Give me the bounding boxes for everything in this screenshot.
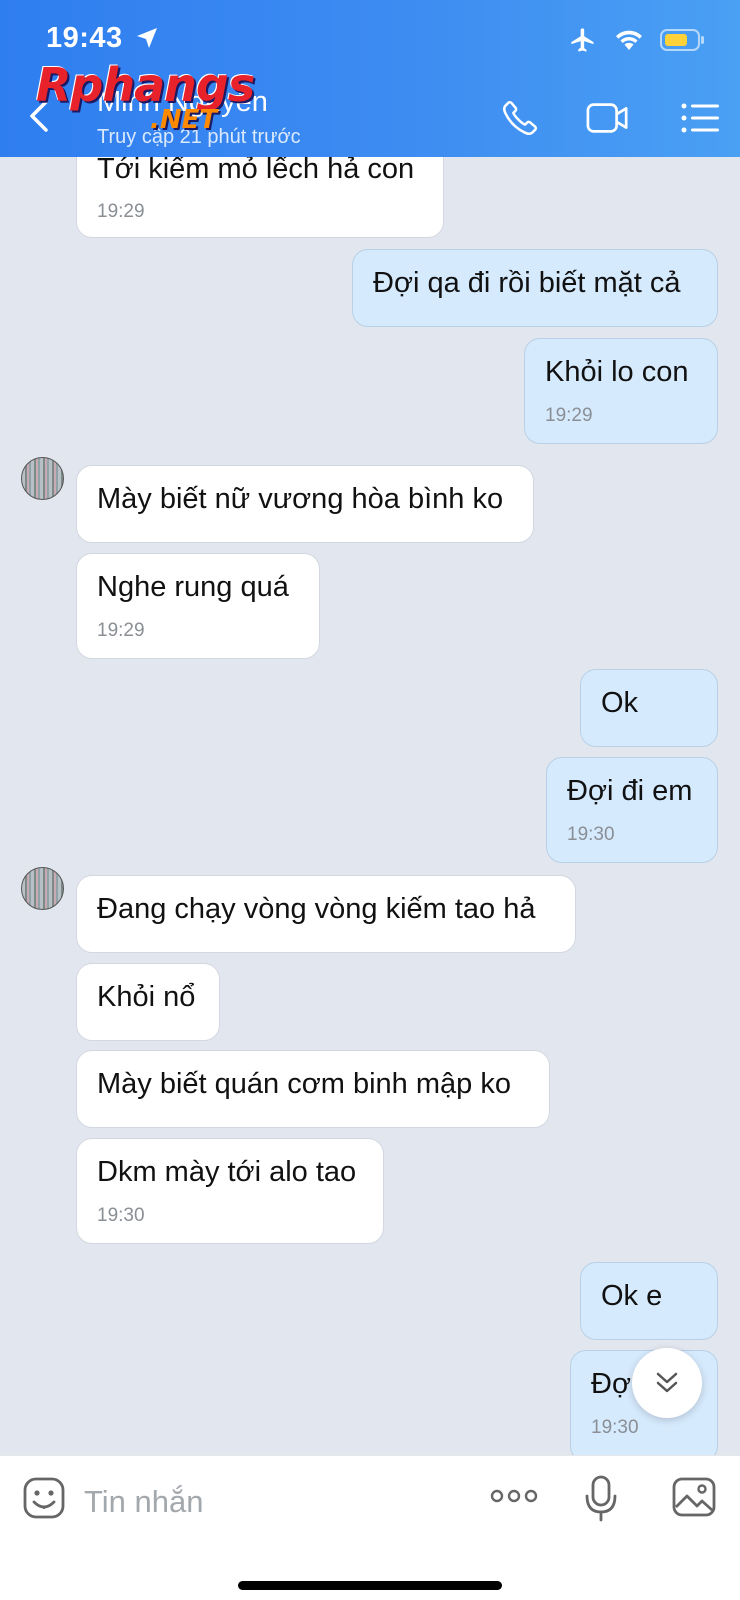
message-text: Khỏi nổ [97,981,196,1013]
message-text: Đợ [591,1368,631,1400]
contact-avatar[interactable] [21,457,64,500]
watermark-logo-suffix: .NET [150,105,218,135]
message-time: 19:29 [97,620,145,641]
status-icons [568,26,706,54]
sticker-icon [23,1477,65,1519]
message-bubble-incoming[interactable]: Mày biết nữ vương hòa bình ko [76,465,534,543]
video-camera-icon [586,103,628,133]
scroll-to-bottom-button[interactable] [632,1348,702,1418]
home-indicator[interactable] [238,1581,502,1590]
video-call-button[interactable] [586,96,630,140]
message-text: Ok [601,687,639,719]
voice-message-button[interactable] [584,1474,618,1527]
message-text: Khỏi lo con [545,356,689,388]
more-options-button[interactable] [490,1488,538,1509]
chat-header: 19:43 Minh Nguyễn Truy cập 21 phút trước… [0,0,740,157]
sticker-button[interactable] [22,1476,66,1525]
double-chevron-down-icon [656,1372,678,1393]
message-bubble-outgoing[interactable]: Ok e [580,1262,718,1340]
message-text: Đang chạy vòng vòng kiếm tao hả [97,893,536,925]
message-bubble-incoming[interactable]: Dkm mày tới alo tao 19:30 [76,1138,384,1244]
menu-list-icon [681,103,719,133]
chat-options-button[interactable] [678,96,722,140]
message-text: Dkm mày tới alo tao [97,1156,357,1188]
message-text: Nghe rung quá [97,571,289,603]
message-text: Đợi qa đi rồi biết mặt cả [373,267,681,299]
contact-avatar[interactable] [21,867,64,910]
message-bubble-outgoing[interactable]: Khỏi lo con 19:29 [524,338,718,444]
message-text: Tới kiếm mỏ lếch hả con [97,157,415,185]
message-text: Ok e [601,1280,663,1312]
more-dots-icon [490,1489,538,1503]
airplane-icon [571,28,594,52]
wifi-icon [616,30,642,50]
message-text: Đợi đi em [567,775,693,807]
back-button[interactable] [24,96,56,136]
message-text: Mày biết nữ vương hòa bình ko [97,483,504,515]
message-time: 19:29 [97,201,145,222]
message-text: Mày biết quán cơm binh mập ko [97,1068,511,1100]
send-image-button[interactable] [672,1476,716,1523]
message-bubble-incoming[interactable]: Tới kiếm mỏ lếch hả con 19:29 [76,157,444,238]
back-chevron-icon [30,100,48,132]
message-time: 19:30 [591,1417,639,1438]
message-time: 19:30 [567,824,615,845]
battery-icon [660,29,704,51]
message-bubble-incoming[interactable]: Nghe rung quá 19:29 [76,553,320,659]
message-composer [0,1455,740,1600]
message-bubble-incoming[interactable]: Đang chạy vòng vòng kiếm tao hả [76,875,576,953]
phone-icon [503,100,538,135]
message-bubble-outgoing[interactable]: Đợi qa đi rồi biết mặt cả [352,249,718,327]
status-bar-time: 19:43 [46,22,159,55]
message-time: 19:30 [97,1205,145,1226]
microphone-icon [585,1475,617,1522]
message-bubble-incoming[interactable]: Mày biết quán cơm binh mập ko [76,1050,550,1128]
message-bubble-incoming[interactable]: Khỏi nổ [76,963,220,1041]
message-bubble-outgoing[interactable]: Ok [580,669,718,747]
status-time-text: 19:43 [46,22,123,54]
message-time: 19:29 [545,405,593,426]
message-input[interactable] [84,1480,464,1524]
location-arrow-icon [137,28,158,48]
message-list[interactable]: Tới kiếm mỏ lếch hả con 19:29 Đợi qa đi … [0,157,740,1455]
message-bubble-outgoing[interactable]: Đợi đi em 19:30 [546,757,718,863]
image-icon [672,1477,716,1517]
voice-call-button[interactable] [498,96,542,140]
